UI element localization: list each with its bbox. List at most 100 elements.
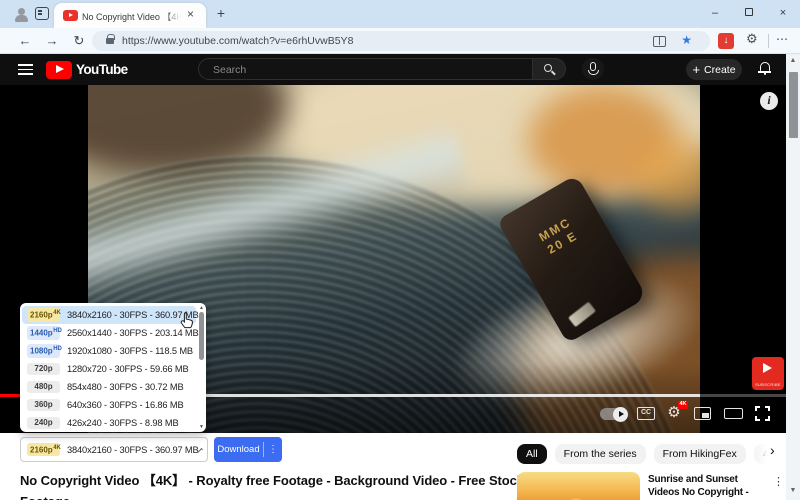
- format-option[interactable]: 1440pHD 2560x1440 - 30FPS - 203.14 MB: [20, 324, 199, 342]
- lock-icon: [106, 34, 115, 44]
- theater-mode-button[interactable]: [724, 408, 743, 419]
- refresh-button[interactable]: ↻: [70, 32, 88, 50]
- format-option[interactable]: 480p 854x480 - 30FPS - 30.72 MB: [20, 378, 198, 396]
- browser-toolbar: ← → ↻ https://www.youtube.com/watch?v=e6…: [0, 28, 800, 54]
- format-desc: 640x360 - 30FPS - 16.86 MB: [67, 400, 184, 410]
- close-window-button[interactable]: ×: [766, 0, 800, 28]
- suggested-video-title[interactable]: Sunrise and Sunset Videos No Copyright -…: [648, 473, 770, 500]
- extensions-icon[interactable]: ⚙: [746, 31, 758, 47]
- format-desc: 3840x2160 - 30FPS - 360.97 MB: [67, 310, 199, 320]
- format-option[interactable]: 240p 426x240 - 30FPS - 8.98 MB: [20, 414, 198, 432]
- selected-format-desc: 3840x2160 - 30FPS - 360.97 MB: [67, 444, 199, 455]
- create-label: Create: [704, 63, 736, 76]
- dropdown-scroll-thumb[interactable]: [199, 312, 204, 360]
- quality-badge: 480p: [27, 381, 60, 393]
- minimize-button[interactable]: –: [698, 0, 732, 28]
- quality-badge: 2160p4K: [27, 308, 61, 322]
- notifications-bell-icon[interactable]: [758, 62, 771, 75]
- filter-chip-from-hikingfex[interactable]: From HikingFex: [653, 444, 746, 464]
- youtube-header: YouTube Search + Create: [0, 54, 786, 85]
- create-button[interactable]: + Create: [686, 59, 742, 80]
- settings-gear-icon[interactable]: ⚙ 4K: [664, 401, 688, 423]
- chips-scroll-chevron[interactable]: ›: [770, 442, 775, 458]
- info-icon[interactable]: i: [760, 92, 778, 110]
- download-options-icon[interactable]: ⋮: [264, 444, 282, 455]
- youtube-logo-icon: [46, 60, 72, 79]
- scroll-up-icon[interactable]: ▲: [198, 305, 205, 311]
- format-option[interactable]: 720p 1280x720 - 30FPS - 59.66 MB: [20, 360, 198, 378]
- format-desc: 1920x1080 - 30FPS - 118.5 MB: [67, 346, 193, 356]
- filter-chip-all[interactable]: All: [517, 444, 547, 464]
- format-option[interactable]: 2160p4K 3840x2160 - 30FPS - 360.97 MB: [22, 306, 199, 324]
- format-desc: 426x240 - 30FPS - 8.98 MB: [67, 418, 179, 428]
- subscribe-watermark[interactable]: SUBSCRIBE: [752, 357, 784, 390]
- split-screen-icon[interactable]: [653, 35, 666, 47]
- filter-chips: AllFrom the seriesFrom HikingFex4K r: [517, 444, 774, 464]
- quality-badge: 1080pHD: [27, 344, 62, 358]
- search-placeholder: Search: [213, 63, 247, 76]
- browser-menu-icon[interactable]: ⋯: [776, 32, 788, 46]
- scrollbar-down-icon[interactable]: ▼: [786, 487, 800, 494]
- format-desc: 854x480 - 30FPS - 30.72 MB: [67, 382, 184, 392]
- format-desc: 1280x720 - 30FPS - 59.66 MB: [67, 364, 189, 374]
- maximize-button[interactable]: [732, 0, 766, 28]
- suggested-video-thumbnail[interactable]: [517, 472, 640, 500]
- youtube-wordmark: YouTube: [76, 62, 128, 77]
- voice-search-button[interactable]: [582, 58, 604, 80]
- browser-tab[interactable]: No Copyright Video 【4K】 - Royal ×: [54, 3, 206, 28]
- format-option-list: 2160p4K 3840x2160 - 30FPS - 360.97 MB 1440…: [20, 306, 199, 432]
- downloader-extension-icon[interactable]: ↓: [718, 33, 734, 49]
- format-option[interactable]: 1080pHD 1920x1080 - 30FPS - 118.5 MB: [20, 342, 198, 360]
- fullscreen-button[interactable]: [755, 406, 770, 421]
- youtube-favicon-icon: [63, 10, 78, 21]
- address-bar[interactable]: https://www.youtube.com/watch?v=e6rhUvwB…: [92, 31, 710, 51]
- window-controls: – ×: [698, 0, 800, 28]
- selected-quality-badge: 2160p4K: [27, 442, 61, 457]
- menu-icon[interactable]: [18, 64, 33, 75]
- search-input[interactable]: Search: [198, 58, 533, 80]
- play-icon: [763, 363, 772, 373]
- toolbar-divider: [768, 34, 769, 48]
- browser-window: No Copyright Video 【4K】 - Royal × + – × …: [0, 0, 800, 500]
- filter-chip-from-the-series[interactable]: From the series: [554, 444, 646, 464]
- watch-page-body: 2160p4K 3840x2160 - 30FPS - 360.97 MB Do…: [0, 433, 786, 500]
- format-option[interactable]: 360p 640x360 - 30FPS - 16.86 MB: [20, 396, 198, 414]
- plus-icon: +: [692, 61, 701, 77]
- forward-button[interactable]: →: [43, 32, 61, 50]
- subscribe-label: SUBSCRIBE: [755, 382, 781, 387]
- quality-badge: 360p: [27, 399, 60, 411]
- format-dropdown: 2160p4K 3840x2160 - 30FPS - 360.97 MB 1440…: [20, 303, 206, 432]
- mouse-cursor: [180, 311, 195, 334]
- search-button[interactable]: [533, 58, 566, 80]
- page-scrollbar[interactable]: ▲ ▼: [786, 54, 800, 500]
- browser-tab-bar: No Copyright Video 【4K】 - Royal × + – ×: [0, 0, 800, 28]
- search-icon: [544, 64, 552, 72]
- favorite-star-icon[interactable]: ★: [681, 33, 692, 47]
- scrollbar-thumb[interactable]: [788, 72, 798, 138]
- suggested-video-menu-icon[interactable]: ⋮: [773, 475, 784, 488]
- quality-badge: 240p: [27, 417, 60, 429]
- video-title: No Copyright Video 【4K】 - Royalty free F…: [20, 473, 524, 500]
- dropdown-scrollbar[interactable]: ▲ ▼: [198, 305, 205, 430]
- quality-badge: 720p: [27, 363, 60, 375]
- format-desc: 2560x1440 - 30FPS - 203.14 MB: [67, 328, 199, 338]
- autoplay-toggle[interactable]: [600, 406, 628, 422]
- microphone-icon: [588, 62, 599, 75]
- miniplayer-button[interactable]: [694, 407, 711, 420]
- captions-button[interactable]: CC: [637, 407, 655, 420]
- maximize-icon: [745, 8, 753, 16]
- quality-badge: 1440pHD: [27, 326, 62, 340]
- vertical-tabs-icon[interactable]: [35, 7, 49, 20]
- new-tab-button[interactable]: +: [213, 6, 229, 22]
- browser-profile-icon[interactable]: [14, 7, 29, 22]
- scrollbar-up-icon[interactable]: ▲: [786, 57, 800, 64]
- download-label: Download: [217, 444, 260, 455]
- quality-badge: 4K: [677, 401, 688, 409]
- tab-close-icon[interactable]: ×: [183, 7, 198, 22]
- download-button[interactable]: Download ⋮: [214, 437, 282, 462]
- url-text: https://www.youtube.com/watch?v=e6rhUvwB…: [122, 35, 354, 47]
- back-button[interactable]: ←: [16, 32, 34, 50]
- scroll-down-icon[interactable]: ▼: [198, 424, 205, 430]
- format-select[interactable]: 2160p4K 3840x2160 - 30FPS - 360.97 MB: [20, 437, 208, 462]
- youtube-logo[interactable]: YouTube: [46, 60, 128, 79]
